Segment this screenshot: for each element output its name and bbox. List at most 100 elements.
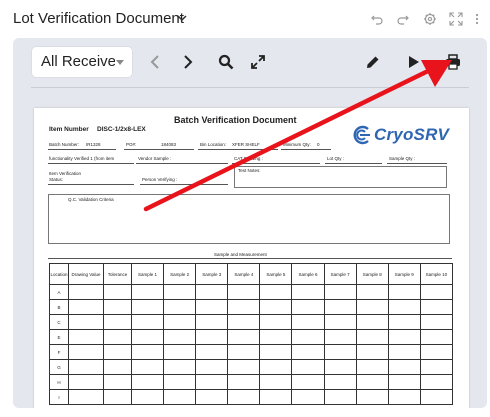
search-icon[interactable]: [218, 54, 234, 70]
functionality-underline: [48, 163, 134, 164]
table-cell: [387, 389, 421, 405]
row-location-cell: B: [49, 299, 69, 315]
minimum-qty-value: 0: [317, 142, 320, 147]
table-header: Sample 4: [227, 263, 261, 285]
table-cell: [387, 314, 421, 330]
table-header: Sample 6: [291, 263, 325, 285]
table-cell: [291, 374, 325, 390]
table-cell: [323, 314, 357, 330]
table-cell: [130, 389, 165, 405]
table-cell: [103, 284, 132, 300]
table-cell: [259, 359, 293, 375]
table-row: A: [49, 284, 454, 300]
table-header: Sample 7: [323, 263, 357, 285]
table-header: Sample 2: [163, 263, 197, 285]
previous-icon[interactable]: [148, 54, 164, 70]
table-cell: [227, 284, 261, 300]
table-cell: [387, 329, 421, 345]
table-cell: [163, 329, 197, 345]
fullscreen-icon[interactable]: [449, 12, 463, 26]
table-cell: [323, 344, 357, 360]
table-row: F: [49, 344, 454, 360]
table-header: Sample 9: [387, 263, 421, 285]
table-cell: [355, 374, 389, 390]
expand-icon[interactable]: [250, 54, 266, 70]
undo-icon[interactable]: [370, 12, 384, 26]
table-cell: [259, 329, 293, 345]
item-number-label: Item Number: [49, 126, 89, 133]
status-label: Status:: [49, 177, 64, 182]
table-cell: [419, 329, 454, 345]
viewer-panel: All Receivers Batch Verification Documen…: [13, 38, 487, 408]
table-cell: [163, 389, 197, 405]
table-cell: [163, 374, 197, 390]
sample-table-header-row: Location Drawing Value Tolerance Sample …: [49, 263, 454, 285]
table-cell: [227, 299, 261, 315]
receiver-select-value: All Receivers: [41, 53, 115, 70]
table-cell: [419, 374, 454, 390]
table-cell: [103, 329, 132, 345]
table-row: G: [49, 359, 454, 375]
cat-drawing-underline: [232, 163, 320, 164]
table-cell: [355, 359, 389, 375]
table-cell: [163, 284, 197, 300]
table-header: Sample 8: [355, 263, 389, 285]
row-location-cell: F: [49, 344, 69, 360]
row-location-cell: A: [49, 284, 69, 300]
table-cell: [291, 344, 325, 360]
table-cell: [323, 359, 357, 375]
receiver-select[interactable]: All Receivers: [32, 47, 132, 77]
play-icon[interactable]: [406, 54, 422, 70]
table-cell: [195, 359, 229, 375]
table-cell: [195, 374, 229, 390]
table-cell: [323, 389, 357, 405]
table-cell: [291, 389, 325, 405]
sample-qty-label: Sample Qty :: [389, 156, 416, 161]
more-icon[interactable]: [472, 12, 482, 26]
test-notes-box: Test Notes:: [234, 166, 447, 188]
table-cell: [355, 344, 389, 360]
table-row: H: [49, 374, 454, 390]
cat-drawing-label: CAT Drawing :: [234, 156, 263, 161]
toolbar-divider: [31, 87, 469, 88]
table-cell: [355, 299, 389, 315]
table-header: Sample 10: [419, 263, 454, 285]
redo-icon[interactable]: [396, 12, 410, 26]
batch-number-value: IR1328: [86, 142, 101, 147]
table-header: Sample 1: [130, 263, 165, 285]
table-cell: [130, 329, 165, 345]
chevron-down-icon[interactable]: [176, 12, 188, 24]
po-underline: [124, 149, 194, 150]
table-row: C: [49, 314, 454, 330]
table-cell: [227, 329, 261, 345]
table-header: Tolerance: [103, 263, 132, 285]
settings-icon[interactable]: [423, 12, 437, 26]
lot-qty-label: Lot Qty :: [327, 156, 345, 161]
row-location-cell: I: [49, 389, 69, 405]
table-cell: [387, 359, 421, 375]
table-cell: [419, 359, 454, 375]
table-cell: [195, 314, 229, 330]
company-logo: CryoSRV: [352, 124, 452, 148]
table-cell: [227, 314, 261, 330]
logo-mark-icon: [353, 125, 370, 145]
table-header: Sample 3: [195, 263, 229, 285]
edit-icon[interactable]: [365, 54, 381, 70]
table-cell: [419, 389, 454, 405]
table-cell: [387, 344, 421, 360]
viewer-toolbar: All Receivers: [13, 38, 487, 86]
qc-criteria-label: Q.C. Validation Criteria: [68, 197, 114, 202]
table-cell: [259, 374, 293, 390]
table-cell: [419, 314, 454, 330]
person-verifying-label: Person Verifying :: [142, 177, 178, 182]
table-cell: [227, 389, 261, 405]
table-cell: [163, 344, 197, 360]
print-icon[interactable]: [445, 54, 461, 70]
next-icon[interactable]: [179, 54, 195, 70]
table-cell: [259, 314, 293, 330]
table-cell: [323, 299, 357, 315]
table-cell: [355, 389, 389, 405]
sample-table: Location Drawing Value Tolerance Sample …: [49, 263, 454, 405]
table-cell: [355, 284, 389, 300]
row-location-cell: H: [49, 374, 69, 390]
